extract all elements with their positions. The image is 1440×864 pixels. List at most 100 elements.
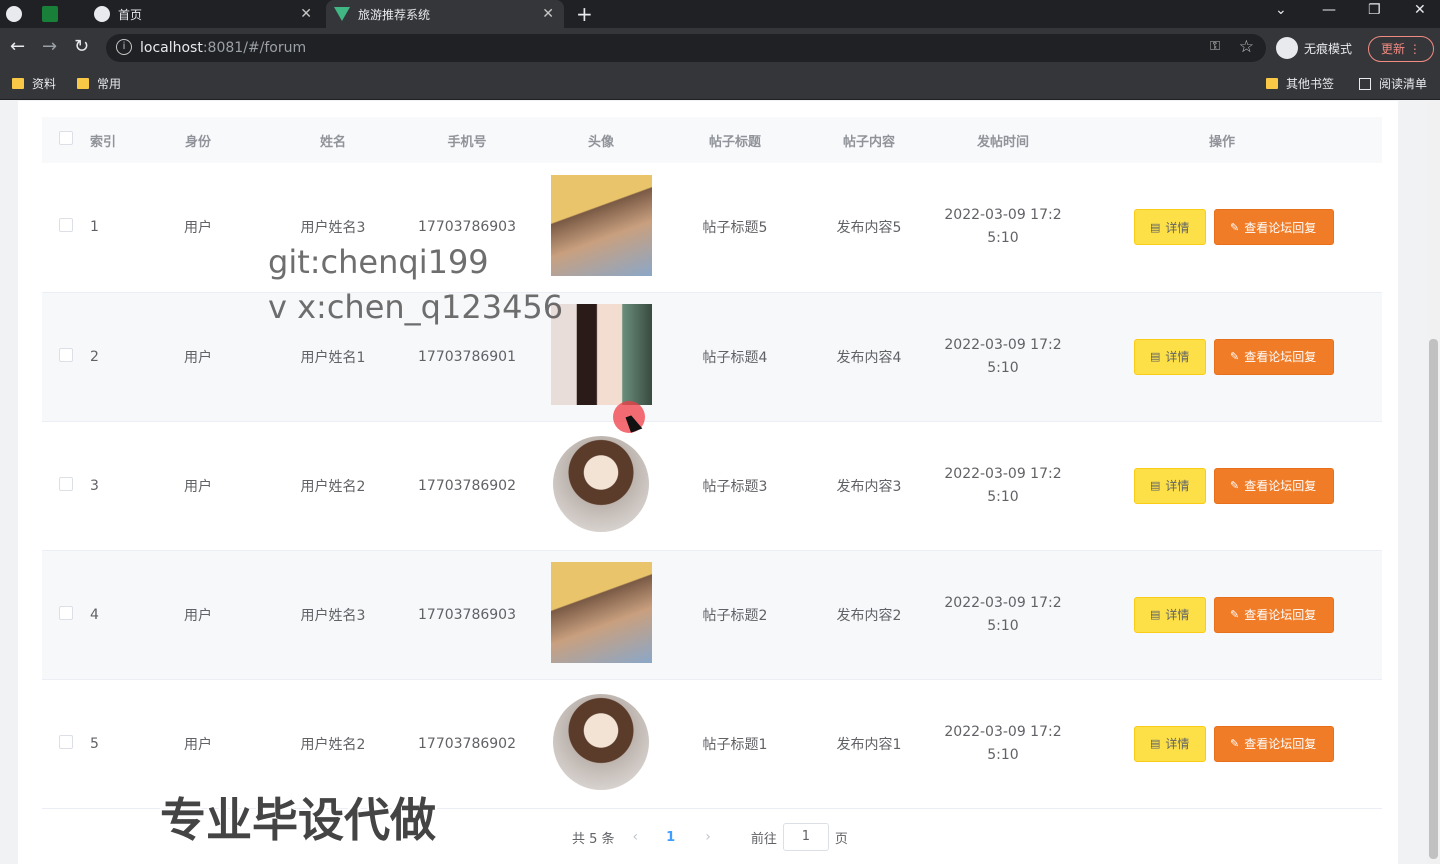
cell-post-title: 帖子标题3	[676, 421, 794, 551]
header-name: 姓名	[258, 117, 408, 163]
incognito-icon	[1276, 37, 1298, 59]
address-bar[interactable]: i localhost:8081/#/forum ⚿ ☆	[106, 34, 1266, 62]
reload-icon[interactable]: ↻	[74, 36, 89, 57]
cell-actions: ▤ 详情 ✎ 查看论坛回复	[1062, 421, 1382, 551]
next-page-icon[interactable]: ›	[705, 829, 711, 845]
pinned-tab[interactable]	[42, 0, 76, 28]
tab-search-icon[interactable]: ⌄	[1275, 2, 1287, 18]
avatar	[550, 304, 652, 405]
header-post-content: 帖子内容	[794, 117, 944, 163]
row-checkbox[interactable]	[59, 476, 73, 491]
tab-home[interactable]: 首页 ✕	[86, 0, 322, 28]
header-avatar: 头像	[526, 117, 676, 163]
cell-post-title: 帖子标题5	[676, 163, 794, 293]
bookmark-folder[interactable]: 资料	[12, 75, 56, 92]
document-icon: ▤	[1150, 220, 1161, 234]
cell-post-time: 2022-03-09 17:2 5:10	[944, 421, 1062, 551]
goto-label: 前往	[750, 831, 777, 847]
cell-phone: 17703786902	[408, 421, 526, 551]
info-icon[interactable]: i	[116, 39, 132, 55]
post-time-line1: 2022-03-09 17:2	[944, 723, 1062, 740]
key-icon[interactable]: ⚿	[1210, 39, 1220, 54]
table-row: 2 用户 用户姓名1 17703786901 帖子标题4 发布内容4 2022-…	[42, 292, 1382, 422]
cell-post-content: 发布内容1	[794, 679, 944, 809]
detail-button[interactable]: ▤ 详情	[1134, 467, 1206, 504]
post-time-line1: 2022-03-09 17:2	[944, 207, 1062, 224]
close-window-button[interactable]: ✕	[1414, 2, 1426, 18]
select-all-checkbox[interactable]	[59, 131, 73, 145]
reading-list-icon	[1359, 77, 1371, 90]
cell-index: 3	[90, 421, 138, 551]
minimize-button[interactable]: —	[1322, 2, 1336, 18]
table-header: 索引 身份 姓名 手机号 头像 帖子标题 帖子内容 发帖时间 操作	[42, 117, 1382, 163]
incognito-indicator[interactable]: 无痕模式	[1276, 37, 1352, 59]
update-button[interactable]: 更新 ⋮	[1368, 36, 1434, 62]
row-checkbox[interactable]	[59, 218, 73, 233]
header-post-title: 帖子标题	[676, 117, 794, 163]
prev-page-icon[interactable]: ‹	[633, 829, 639, 845]
edit-icon: ✎	[1230, 608, 1240, 621]
current-page[interactable]: 1	[666, 830, 675, 845]
post-time-line2: 5:10	[987, 359, 1019, 376]
row-checkbox[interactable]	[59, 347, 73, 362]
new-tab-button[interactable]: +	[576, 2, 593, 26]
document-icon: ▤	[1150, 479, 1161, 492]
cell-post-content: 发布内容3	[794, 421, 944, 551]
cell-avatar	[526, 421, 676, 551]
bookmarks-bar: 资料 常用 其他书签 阅读清单	[0, 68, 1440, 100]
forward-icon[interactable]: →	[42, 36, 57, 57]
detail-button[interactable]: ▤ 详情	[1134, 209, 1206, 246]
cell-index: 5	[90, 679, 138, 809]
view-reply-button[interactable]: ✎ 查看论坛回复	[1214, 725, 1334, 762]
cell-avatar	[526, 163, 676, 293]
cell-actions: ▤ 详情 ✎ 查看论坛回复	[1062, 292, 1382, 422]
detail-button[interactable]: ▤ 详情	[1134, 338, 1206, 375]
edit-icon: ✎	[1230, 220, 1240, 234]
close-icon[interactable]: ✕	[300, 6, 312, 22]
view-reply-button[interactable]: ✎ 查看论坛回复	[1214, 209, 1334, 246]
incognito-label: 无痕模式	[1304, 41, 1353, 56]
cell-actions: ▤ 详情 ✎ 查看论坛回复	[1062, 550, 1382, 680]
row-checkbox[interactable]	[59, 734, 73, 749]
view-reply-button[interactable]: ✎ 查看论坛回复	[1214, 467, 1334, 504]
view-reply-button[interactable]: ✎ 查看论坛回复	[1214, 338, 1334, 375]
view-reply-button[interactable]: ✎ 查看论坛回复	[1214, 596, 1334, 633]
header-index: 索引	[90, 117, 138, 163]
header-role: 身份	[138, 117, 258, 163]
star-icon[interactable]: ☆	[1239, 37, 1254, 57]
watermark-banner: 专业毕设代做	[160, 793, 436, 847]
table-row: 1 用户 用户姓名3 17703786903 帖子标题5 发布内容5 2022-…	[42, 163, 1382, 293]
globe-icon	[6, 6, 22, 22]
cell-name: 用户姓名3	[258, 550, 408, 680]
bookmark-folder[interactable]: 常用	[77, 75, 121, 92]
reading-list[interactable]: 阅读清单	[1359, 75, 1427, 92]
scrollbar[interactable]	[1427, 101, 1440, 864]
pagination-total: 共 5 条	[572, 831, 615, 847]
row-select	[42, 679, 90, 809]
cell-post-time: 2022-03-09 17:2 5:10	[944, 550, 1062, 680]
detail-button[interactable]: ▤ 详情	[1134, 596, 1206, 633]
document-icon: ▤	[1150, 350, 1161, 363]
goto-page-input[interactable]: 1	[782, 823, 829, 851]
back-icon[interactable]: ←	[10, 36, 25, 57]
tab-travel-system[interactable]: 旅游推荐系统 ✕	[326, 0, 564, 28]
pinned-tab[interactable]	[6, 0, 40, 28]
cell-avatar	[526, 550, 676, 680]
detail-button[interactable]: ▤ 详情	[1134, 725, 1206, 762]
row-checkbox[interactable]	[59, 605, 73, 620]
header-post-time: 发帖时间	[944, 117, 1062, 163]
scroll-thumb[interactable]	[1429, 339, 1438, 859]
cell-post-time: 2022-03-09 17:2 5:10	[944, 292, 1062, 422]
cell-name: 用户姓名2	[258, 421, 408, 551]
close-icon[interactable]: ✕	[542, 6, 554, 22]
url-text: localhost:8081/#/forum	[140, 40, 307, 56]
cell-post-title: 帖子标题2	[676, 550, 794, 680]
forum-table: 索引 身份 姓名 手机号 头像 帖子标题 帖子内容 发帖时间 操作 1 用户 用…	[42, 117, 1382, 809]
restore-button[interactable]: ❐	[1368, 2, 1381, 18]
post-time-line1: 2022-03-09 17:2	[944, 336, 1062, 353]
avatar	[550, 562, 652, 663]
cell-post-time: 2022-03-09 17:2 5:10	[944, 679, 1062, 809]
cell-avatar	[526, 679, 676, 809]
other-bookmarks[interactable]: 其他书签	[1266, 75, 1334, 92]
post-time-line1: 2022-03-09 17:2	[944, 465, 1062, 482]
